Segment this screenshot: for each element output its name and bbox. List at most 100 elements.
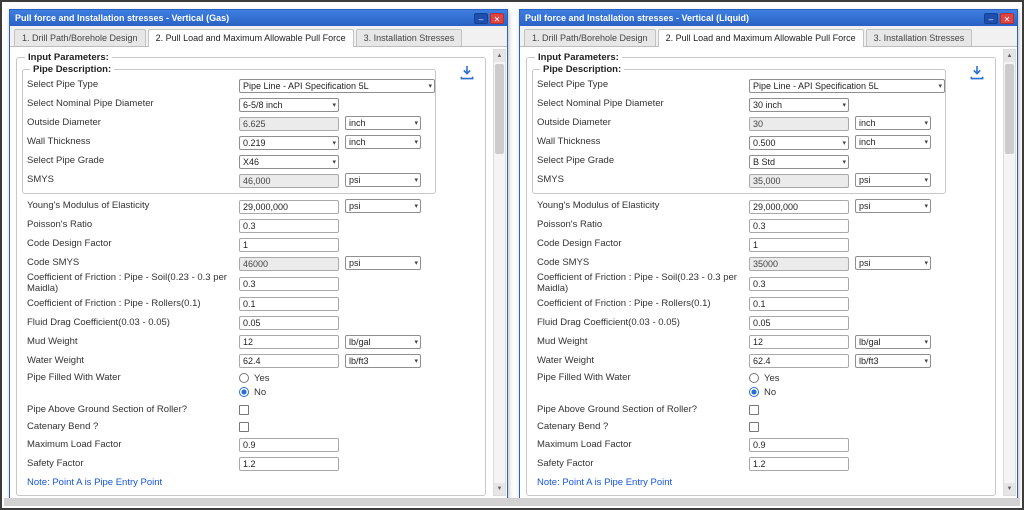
catenary-bend-checkbox[interactable] bbox=[749, 422, 759, 432]
vertical-scrollbar[interactable]: ▲ ▼ bbox=[493, 49, 506, 496]
wall-thickness-unit-select[interactable]: inch▾ bbox=[345, 135, 421, 149]
smys-input[interactable] bbox=[749, 174, 849, 188]
chevron-down-icon: ▾ bbox=[922, 119, 928, 127]
pipe-above-ground-section-of-roller-checkbox[interactable] bbox=[749, 405, 759, 415]
outside-diameter-input[interactable] bbox=[749, 117, 849, 131]
code-design-factor-input[interactable] bbox=[239, 238, 339, 252]
scrollbar-thumb[interactable] bbox=[1005, 64, 1014, 154]
poisson-s-ratio-input[interactable] bbox=[239, 219, 339, 233]
water-weight-input[interactable] bbox=[239, 354, 339, 368]
water-weight-input[interactable] bbox=[749, 354, 849, 368]
smys-unit-select[interactable]: psi▾ bbox=[345, 173, 421, 187]
scroll-down-icon[interactable]: ▼ bbox=[494, 483, 505, 495]
tab-installation-stresses[interactable]: 3. Installation Stresses bbox=[356, 29, 463, 46]
close-button[interactable]: ✕ bbox=[1000, 13, 1014, 24]
tab-pull-load-and-maximum-allowable-pull-force[interactable]: 2. Pull Load and Maximum Allowable Pull … bbox=[658, 29, 864, 47]
radio-option-label: No bbox=[764, 387, 776, 398]
smys-label: SMYS bbox=[537, 175, 749, 186]
water-weight-unit-select[interactable]: lb/ft3▾ bbox=[855, 354, 931, 368]
scroll-up-icon[interactable]: ▲ bbox=[494, 50, 505, 62]
young-s-modulus-of-elasticity-input[interactable] bbox=[749, 200, 849, 214]
select-nominal-pipe-diameter-select[interactable]: 6-5/8 inch▾ bbox=[239, 98, 339, 112]
pipe-filled-with-water-option-no[interactable]: No bbox=[749, 387, 780, 398]
code-design-factor-input[interactable] bbox=[749, 238, 849, 252]
maximum-load-factor-input[interactable] bbox=[749, 438, 849, 452]
fluid-drag-coefficient-0-03-0-05-input[interactable] bbox=[239, 316, 339, 330]
field-row: Coefficient of Friction : Pipe - Soil(0.… bbox=[27, 273, 479, 295]
chevron-down-icon: ▾ bbox=[922, 138, 928, 146]
mud-weight-input[interactable] bbox=[239, 335, 339, 349]
mud-weight-input[interactable] bbox=[749, 335, 849, 349]
coefficient-of-friction-pipe-soil-0-23-0-3-per-maidla-input[interactable] bbox=[749, 277, 849, 291]
safety-factor-input[interactable] bbox=[749, 457, 849, 471]
download-icon[interactable] bbox=[459, 65, 475, 80]
tab-drill-path-borehole-design[interactable]: 1. Drill Path/Borehole Design bbox=[524, 29, 656, 46]
tab-pull-load-and-maximum-allowable-pull-force[interactable]: 2. Pull Load and Maximum Allowable Pull … bbox=[148, 29, 354, 47]
poisson-s-ratio-input[interactable] bbox=[749, 219, 849, 233]
radio-option-label: No bbox=[254, 387, 266, 398]
minimize-button[interactable]: – bbox=[474, 13, 488, 24]
water-weight-unit-select[interactable]: lb/ft3▾ bbox=[345, 354, 421, 368]
pipe-filled-with-water-option-yes[interactable]: Yes bbox=[749, 373, 780, 384]
input-parameters-legend: Input Parameters: bbox=[535, 52, 622, 63]
mud-weight-unit-select[interactable]: lb/gal▾ bbox=[855, 335, 931, 349]
code-smys-input[interactable] bbox=[239, 257, 339, 271]
pipe-above-ground-section-of-roller-checkbox[interactable] bbox=[239, 405, 249, 415]
fluid-drag-coefficient-0-03-0-05-input[interactable] bbox=[749, 316, 849, 330]
field-row: Select Pipe GradeX46▾ bbox=[27, 152, 435, 171]
chevron-down-icon: ▾ bbox=[922, 338, 928, 346]
select-pipe-type-select[interactable]: Pipe Line - API Specification 5L▾ bbox=[749, 79, 945, 93]
young-s-modulus-of-elasticity-unit-select[interactable]: psi▾ bbox=[855, 199, 931, 213]
select-pipe-grade-select[interactable]: X46▾ bbox=[239, 155, 339, 169]
outside-diameter-input[interactable] bbox=[239, 117, 339, 131]
smys-unit-select[interactable]: psi▾ bbox=[855, 173, 931, 187]
wall-thickness-unit-select[interactable]: inch▾ bbox=[855, 135, 931, 149]
young-s-modulus-of-elasticity-unit-select[interactable]: psi▾ bbox=[345, 199, 421, 213]
close-button[interactable]: ✕ bbox=[490, 13, 504, 24]
screen: Pull force and Installation stresses - V… bbox=[0, 0, 1024, 510]
young-s-modulus-of-elasticity-input[interactable] bbox=[239, 200, 339, 214]
water-weight-label: Water Weight bbox=[27, 356, 239, 367]
field-row: Water Weightlb/ft3▾ bbox=[537, 352, 989, 371]
pipe-description-legend: Pipe Description: bbox=[30, 64, 114, 75]
scroll-down-icon[interactable]: ▼ bbox=[1004, 483, 1015, 495]
chevron-down-icon: ▾ bbox=[936, 82, 942, 90]
code-smys-unit-select[interactable]: psi▾ bbox=[855, 256, 931, 270]
download-icon[interactable] bbox=[969, 65, 985, 80]
titlebar[interactable]: Pull force and Installation stresses - V… bbox=[520, 10, 1017, 26]
code-smys-input[interactable] bbox=[749, 257, 849, 271]
pipe-filled-with-water-label: Pipe Filled With Water bbox=[537, 373, 749, 384]
outside-diameter-unit-select[interactable]: inch▾ bbox=[855, 116, 931, 130]
select-nominal-pipe-diameter-select[interactable]: 30 inch▾ bbox=[749, 98, 849, 112]
minimize-button[interactable]: – bbox=[984, 13, 998, 24]
chevron-down-icon: ▾ bbox=[922, 202, 928, 210]
maximum-load-factor-input[interactable] bbox=[239, 438, 339, 452]
tab-installation-stresses[interactable]: 3. Installation Stresses bbox=[866, 29, 973, 46]
safety-factor-input[interactable] bbox=[239, 457, 339, 471]
pipe-filled-with-water-option-yes[interactable]: Yes bbox=[239, 373, 270, 384]
scroll-up-icon[interactable]: ▲ bbox=[1004, 50, 1015, 62]
catenary-bend-checkbox[interactable] bbox=[239, 422, 249, 432]
chevron-down-icon: ▾ bbox=[412, 338, 418, 346]
tab-drill-path-borehole-design[interactable]: 1. Drill Path/Borehole Design bbox=[14, 29, 146, 46]
mud-weight-unit-select[interactable]: lb/gal▾ bbox=[345, 335, 421, 349]
outside-diameter-unit-select[interactable]: inch▾ bbox=[345, 116, 421, 130]
pipe-filled-with-water-option-no[interactable]: No bbox=[239, 387, 270, 398]
coefficient-of-friction-pipe-rollers-0-1-input[interactable] bbox=[239, 297, 339, 311]
scrollbar-thumb[interactable] bbox=[495, 64, 504, 154]
wall-thickness-select[interactable]: 0.219▾ bbox=[239, 136, 339, 150]
select-pipe-type-select[interactable]: Pipe Line - API Specification 5L▾ bbox=[239, 79, 435, 93]
horizontal-scrollbar[interactable] bbox=[4, 498, 1020, 506]
coefficient-of-friction-pipe-rollers-0-1-input[interactable] bbox=[749, 297, 849, 311]
coefficient-of-friction-pipe-soil-0-23-0-3-per-maidla-input[interactable] bbox=[239, 277, 339, 291]
field-row: Outside Diameterinch▾ bbox=[537, 114, 945, 133]
vertical-scrollbar[interactable]: ▲ ▼ bbox=[1003, 49, 1016, 496]
smys-input[interactable] bbox=[239, 174, 339, 188]
fluid-drag-coefficient-0-03-0-05-label: Fluid Drag Coefficient(0.03 - 0.05) bbox=[537, 318, 749, 329]
wall-thickness-select[interactable]: 0.500▾ bbox=[749, 136, 849, 150]
code-smys-unit-select[interactable]: psi▾ bbox=[345, 256, 421, 270]
select-pipe-grade-select[interactable]: B Std▾ bbox=[749, 155, 849, 169]
chevron-down-icon: ▾ bbox=[412, 259, 418, 267]
titlebar[interactable]: Pull force and Installation stresses - V… bbox=[10, 10, 507, 26]
radio-option-label: Yes bbox=[764, 373, 780, 384]
